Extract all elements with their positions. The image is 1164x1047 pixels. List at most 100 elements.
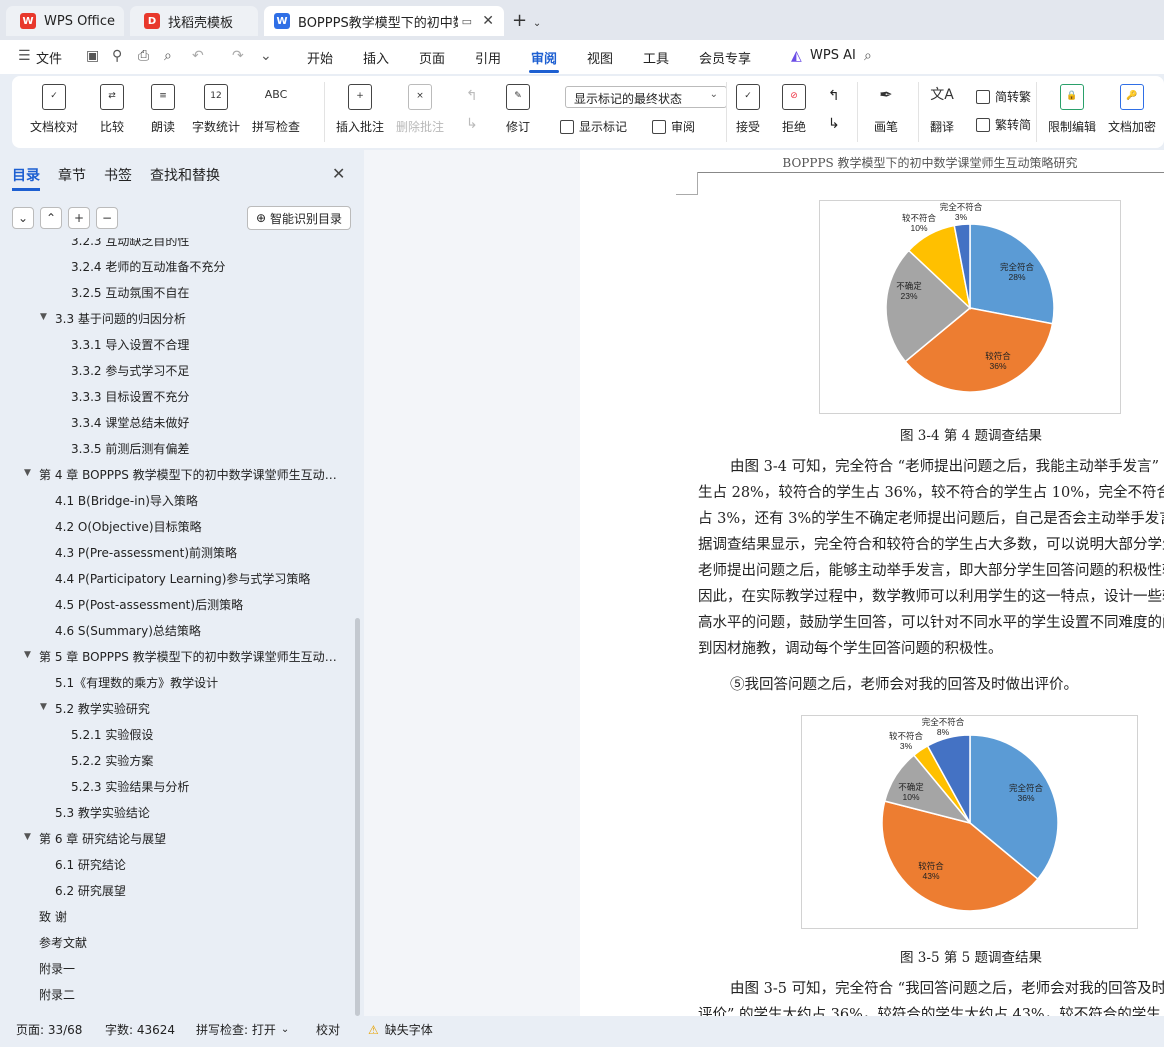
reject-button[interactable]: ⊘ 拒绝 (782, 84, 806, 135)
print-preview-icon[interactable]: ⌕ (164, 48, 172, 64)
print-icon[interactable]: ⎙ (138, 48, 149, 64)
encrypt-icon: 🔑 (1120, 84, 1144, 110)
markup-mode-select[interactable]: 显示标记的最终状态 ⌄ (565, 86, 727, 108)
spell-check-button[interactable]: ABC 拼写检查 (252, 84, 300, 135)
nav-scrollbar[interactable] (355, 618, 360, 1016)
translate-button[interactable]: 文A 翻译 (930, 84, 954, 135)
toc-item[interactable]: 3.2.5 互动氛围不自在 (71, 284, 189, 301)
tab-wps-office[interactable]: W WPS Office (6, 6, 124, 36)
tab-bookmarks[interactable]: 书签 (104, 165, 132, 185)
menu-view[interactable]: 视图 (587, 48, 613, 67)
review-pane-button[interactable]: 审阅 (652, 118, 695, 135)
toc-item[interactable]: 4.6 S(Summary)总结策略 (55, 622, 201, 639)
close-tab-icon[interactable]: ✕ (482, 13, 494, 29)
toc-item[interactable]: 4.1 B(Bridge-in)导入策略 (55, 492, 198, 509)
menu-tools[interactable]: 工具 (643, 48, 669, 67)
compare-button[interactable]: ⇄ 比较 (100, 84, 124, 135)
toc-chapter-item[interactable]: 附录一 (39, 960, 75, 977)
toc-chapter-item[interactable]: 第 6 章 研究结论与展望 (39, 830, 166, 847)
missing-font-status[interactable]: ⚠ 缺失字体 (368, 1021, 433, 1038)
menu-reference[interactable]: 引用 (475, 48, 501, 67)
toc-item[interactable]: 4.2 O(Objective)目标策略 (55, 518, 202, 535)
more-chevron-icon[interactable]: ⌄ (260, 48, 272, 64)
toc-chapter-item[interactable]: 第 4 章 BOPPPS 教学模型下的初中数学课堂师生互动策略 (39, 466, 344, 483)
smart-toc-button[interactable]: ⊕ 智能识别目录 (247, 206, 351, 230)
redo-icon[interactable]: ↷ (232, 48, 244, 64)
proof-button[interactable]: ✓ 文档校对 (30, 84, 78, 135)
next-change-icon[interactable]: ↳ (828, 116, 840, 132)
expand-arrow-icon[interactable]: ▼ (24, 468, 31, 478)
new-tab-button[interactable]: + ⌄ (512, 10, 541, 31)
trad-to-simp-button[interactable]: 繁转简 (976, 116, 1031, 133)
toc-item[interactable]: 3.2.4 老师的互动准备不充分 (71, 258, 225, 275)
toc-item[interactable]: 3.3 基于问题的归因分析 (55, 310, 186, 327)
close-pane-icon[interactable]: ✕ (332, 164, 345, 183)
prev-change-icon[interactable]: ↰ (828, 88, 840, 104)
read-aloud-button[interactable]: ≡ 朗读 (151, 84, 175, 135)
toc-item[interactable]: 3.3.5 前测后测有偏差 (71, 440, 189, 457)
toc-item[interactable]: 5.3 教学实验结论 (55, 804, 150, 821)
tab-toc[interactable]: 目录 (12, 165, 40, 185)
menu-home[interactable]: 开始 (307, 48, 333, 67)
toc-item[interactable]: 3.3.4 课堂总结未做好 (71, 414, 189, 431)
show-markup-button[interactable]: 显示标记 (560, 118, 627, 135)
tab-find-replace[interactable]: 查找和替换 (150, 165, 220, 185)
proof-status[interactable]: 校对 (316, 1021, 340, 1038)
menu-file[interactable]: 文件 (36, 48, 62, 67)
word-count-indicator[interactable]: 字数: 43624 (105, 1021, 175, 1038)
revise-button[interactable]: ✎ 修订 (506, 84, 530, 135)
toc-item[interactable]: 4.3 P(Pre-assessment)前测策略 (55, 544, 237, 561)
expand-up-button[interactable]: ⌃ (40, 207, 62, 229)
toc-item[interactable]: 4.5 P(Post-assessment)后测策略 (55, 596, 243, 613)
restrict-edit-button[interactable]: 🔒 限制编辑 (1048, 84, 1096, 135)
hamburger-icon[interactable]: ☰ (18, 48, 31, 64)
menu-insert[interactable]: 插入 (363, 48, 389, 67)
menu-member[interactable]: 会员专享 (699, 48, 751, 67)
next-comment-icon[interactable]: ↳ (466, 116, 478, 132)
toc-item[interactable]: 3.2.3 互动缺乏目的性 (71, 238, 189, 249)
toc-item[interactable]: 4.4 P(Participatory Learning)参与式学习策略 (55, 570, 310, 587)
menu-review[interactable]: 审阅 (531, 48, 557, 67)
collapse-down-button[interactable]: ⌄ (12, 207, 34, 229)
add-heading-button[interactable]: + (68, 207, 90, 229)
accept-button[interactable]: ✓ 接受 (736, 84, 760, 135)
tab-document[interactable]: W BOPPPS教学模型下的初中数学 ▭ ✕ (264, 6, 504, 36)
tab-chapters[interactable]: 章节 (58, 165, 86, 185)
toc-item[interactable]: 5.2 教学实验研究 (55, 700, 150, 717)
toc-item[interactable]: 6.1 研究结论 (55, 856, 126, 873)
menu-page[interactable]: 页面 (419, 48, 445, 67)
spell-check-status[interactable]: 拼写检查: 打开 ⌄ (196, 1021, 289, 1038)
search-icon[interactable]: ⌕ (864, 48, 872, 64)
toc-chapter-item[interactable]: 参考文献 (39, 934, 87, 951)
toc-item[interactable]: 6.2 研究展望 (55, 882, 126, 899)
toc-item[interactable]: 3.3.1 导入设置不合理 (71, 336, 189, 353)
page-indicator[interactable]: 页面: 33/68 (16, 1021, 82, 1038)
delete-comment-button[interactable]: × 删除批注 (396, 84, 444, 135)
encrypt-button[interactable]: 🔑 文档加密 (1108, 84, 1156, 135)
word-count-button[interactable]: 12 字数统计 (192, 84, 240, 135)
tab-template[interactable]: D 找稻壳模板 (130, 6, 258, 36)
toc-item[interactable]: 5.1《有理数的乘方》教学设计 (55, 674, 218, 691)
undo-icon[interactable]: ↶ (192, 48, 204, 64)
remove-heading-button[interactable]: − (96, 207, 118, 229)
expand-arrow-icon[interactable]: ▼ (24, 832, 31, 842)
share-icon[interactable]: ⚲ (112, 48, 122, 64)
expand-arrow-icon[interactable]: ▼ (40, 702, 47, 712)
toc-item[interactable]: 5.2.3 实验结果与分析 (71, 778, 189, 795)
simp-to-trad-button[interactable]: 简转繁 (976, 88, 1031, 105)
menu-wps-ai[interactable]: WPS AI (810, 48, 856, 63)
expand-arrow-icon[interactable]: ▼ (24, 650, 31, 660)
toc-item[interactable]: 5.2.1 实验假设 (71, 726, 153, 743)
paragraph-line: 高水平的问题，鼓励学生回答，可以针对不同水平的学生设置不同难度的问题，做 (698, 615, 1164, 631)
insert-comment-button[interactable]: + 插入批注 (336, 84, 384, 135)
toc-item[interactable]: 5.2.2 实验方案 (71, 752, 153, 769)
expand-arrow-icon[interactable]: ▼ (40, 312, 47, 322)
toc-chapter-item[interactable]: 致 谢 (39, 908, 67, 925)
save-icon[interactable]: ▣ (86, 48, 99, 64)
toc-chapter-item[interactable]: 第 5 章 BOPPPS 教学模型下的初中数学课堂师生互动实践 (39, 648, 344, 665)
toc-item[interactable]: 3.3.2 参与式学习不足 (71, 362, 189, 379)
prev-comment-icon[interactable]: ↰ (466, 88, 478, 104)
toc-item[interactable]: 3.3.3 目标设置不充分 (71, 388, 189, 405)
pen-button[interactable]: ✒ 画笔 (874, 84, 898, 135)
toc-chapter-item[interactable]: 附录二 (39, 986, 75, 1003)
